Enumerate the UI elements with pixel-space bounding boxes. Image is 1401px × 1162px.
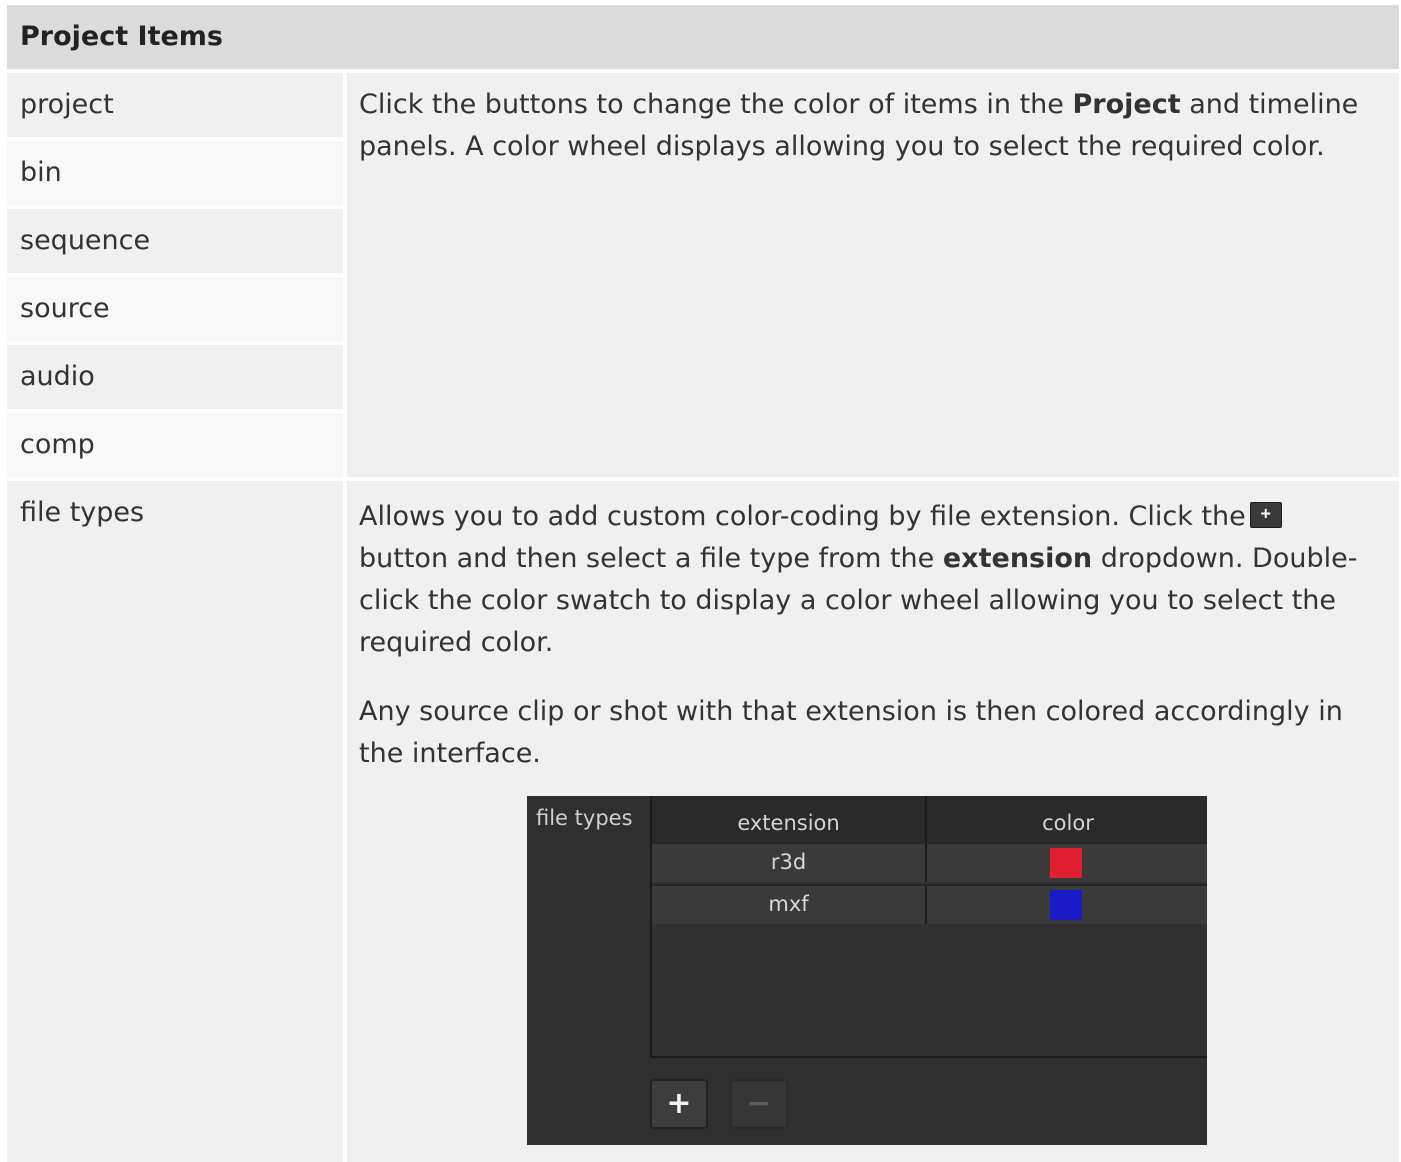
row-label-bin: bin [7, 141, 343, 205]
color-swatch[interactable] [1050, 848, 1082, 878]
row-label-audio: audio [7, 345, 343, 409]
project-items-description: Click the buttons to change the color of… [347, 73, 1399, 477]
panel-title: file types [536, 806, 633, 830]
row-label-file-types: file types [7, 481, 343, 1162]
section-title: Project Items [20, 21, 224, 52]
file-types-paragraph-2: Any source clip or shot with that extens… [359, 696, 1343, 769]
color-swatch[interactable] [1050, 890, 1082, 920]
project-bold-term: Project [1072, 89, 1181, 120]
extension-cell[interactable]: mxf [652, 886, 927, 924]
row-label-sequence: sequence [7, 209, 343, 273]
file-types-paragraph-1: Allows you to add custom color-coding by… [359, 496, 1365, 664]
remove-file-type-button[interactable]: − [730, 1079, 788, 1129]
plus-icon: + [1249, 502, 1282, 528]
table-row[interactable]: mxf [652, 884, 1207, 924]
extension-bold-term: extension [942, 543, 1093, 574]
file-types-panel-screenshot: file types extension color r3d mxf + − [527, 796, 1207, 1145]
paragraph-text: button and then select a file type from … [359, 543, 943, 574]
row-label-project: project [7, 73, 343, 137]
row-label-source: source [7, 277, 343, 341]
column-header-extension[interactable]: extension [652, 796, 927, 842]
description-text: Click the buttons to change the color of… [359, 84, 1365, 168]
add-file-type-button[interactable]: + [650, 1079, 708, 1129]
table-row[interactable]: r3d [652, 842, 1207, 882]
paragraph-text: Allows you to add custom color-coding by… [359, 501, 1246, 532]
file-types-table: extension color r3d mxf [650, 796, 1207, 1058]
column-header-color[interactable]: color [927, 796, 1207, 842]
description-text-part: Click the buttons to change the color of… [359, 89, 1073, 120]
extension-cell[interactable]: r3d [652, 844, 927, 882]
row-label-comp: comp [7, 413, 343, 477]
table-header: Project Items [7, 5, 1399, 69]
